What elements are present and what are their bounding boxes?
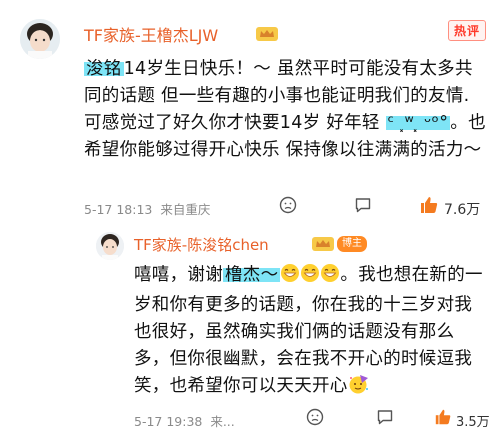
comment-icon[interactable] [354, 196, 372, 214]
thumbs-up-icon[interactable] [419, 195, 439, 215]
grinning-emoji-icon [300, 263, 320, 292]
thumbs-up-icon[interactable] [434, 408, 452, 426]
party-face-emoji-icon [348, 374, 370, 403]
like-count: 3.5万 [456, 415, 490, 430]
comment-icon[interactable] [376, 408, 394, 426]
vip-crown-icon [256, 27, 278, 41]
comment-text: 浚铭 14岁生日快乐！～ 虽然平时可能没有太多共同的话题 但一些有趣的小事也能证明… [84, 56, 488, 164]
reply-text-part: 嘻嘻，谢谢 [134, 265, 223, 285]
reply-date: 5-17 19:38 [134, 414, 203, 429]
kaomoji-highlight: ᶜ ⸼ʷ⸼ ᵕᵒ° [385, 113, 451, 133]
author-badge: 博主 [337, 236, 367, 252]
grinning-emoji-icon [320, 263, 340, 292]
reaction-icon[interactable] [306, 408, 324, 426]
reply-text: 嘻嘻，谢谢 橹杰～ 。我也想在新的一岁和你有更多的话题，你在我的十三岁对我也很好，虽… [134, 262, 484, 403]
grinning-emoji-icon [280, 263, 300, 292]
comment-author[interactable]: TF家族-王橹杰LJW [84, 22, 218, 46]
vip-crown-icon [312, 237, 334, 251]
comment-location: 来自重庆 [160, 202, 211, 217]
hot-comment-badge: 热评 [448, 20, 487, 41]
reply-author[interactable]: TF家族-陈浚铭chen [134, 234, 269, 255]
reaction-icon[interactable] [279, 196, 297, 214]
mention-highlight: 浚铭 [84, 59, 124, 79]
mention-highlight: 橹杰～ [223, 265, 281, 285]
reply-avatar[interactable] [96, 232, 124, 260]
avatar[interactable] [20, 19, 60, 59]
comment-meta: 5-17 18:13 来自重庆 [84, 199, 210, 218]
reply-location: 来... [210, 414, 235, 429]
like-count: 7.6万 [444, 202, 481, 218]
reply-meta: 5-17 19:38 来... [134, 411, 235, 430]
comment-date: 5-17 18:13 [84, 202, 153, 217]
